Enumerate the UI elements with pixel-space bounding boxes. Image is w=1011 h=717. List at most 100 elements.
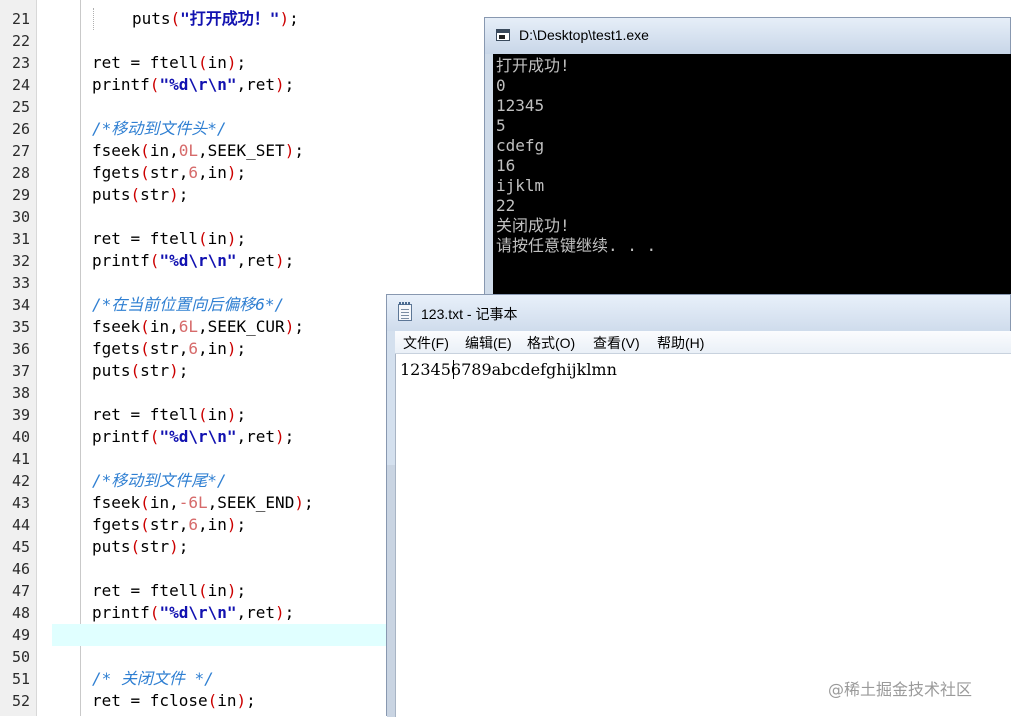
code-token: ) <box>169 185 179 204</box>
code-token: ( <box>170 9 181 28</box>
line-number: 43 <box>11 494 30 512</box>
code-text: ret = ftell(in); <box>92 580 246 602</box>
code-text: /*移动到文件头*/ <box>92 118 227 140</box>
code-token: ret = ftell <box>92 405 198 424</box>
line-number: 44 <box>11 516 30 534</box>
line-number: 39 <box>11 406 30 424</box>
code-token: ( <box>197 229 208 248</box>
indent-guide <box>93 8 95 30</box>
text-caret <box>453 360 454 379</box>
line-number: 26 <box>11 120 30 138</box>
code-token: ,SEEK_SET <box>197 141 285 160</box>
line-number: 36 <box>11 340 30 358</box>
code-token: puts <box>132 9 171 28</box>
code-token: ( <box>197 53 208 72</box>
notepad-text-area[interactable]: 123456789abcdefghijklmn <box>395 354 1011 717</box>
code-token: ) <box>275 75 285 94</box>
console-line: 12345 <box>496 96 545 115</box>
code-token: ( <box>140 141 150 160</box>
line-number: 50 <box>11 648 30 666</box>
code-token: printf <box>92 603 150 622</box>
code-token: ( <box>149 251 160 270</box>
line-number: 46 <box>11 560 30 578</box>
code-token: ( <box>140 339 150 358</box>
console-output[interactable]: 打开成功! 0 12345 5 cdefg 16 ijklm 22 关闭成功! 请按任意键继续. … <box>493 54 1011 308</box>
menu-help[interactable]: 帮助(H) <box>657 333 704 351</box>
line-number: 28 <box>11 164 30 182</box>
code-token: ) <box>169 361 179 380</box>
code-token: ,SEEK_END <box>207 493 295 512</box>
code-token: ) <box>169 537 179 556</box>
code-token: ; <box>294 317 304 336</box>
notepad-titlebar[interactable]: 123.txt - 记事本 <box>387 295 1010 331</box>
code-token: "%d\r\n" <box>159 75 237 94</box>
code-token: str, <box>149 515 189 534</box>
code-token: ; <box>289 9 299 28</box>
console-line: 16 <box>496 156 516 175</box>
code-token: in, <box>149 317 179 336</box>
code-token: in, <box>149 141 179 160</box>
code-text: /*在当前位置向后偏移6*/ <box>92 294 284 316</box>
code-token: ,ret <box>236 251 276 270</box>
code-token: str, <box>149 339 189 358</box>
code-token: ( <box>130 185 141 204</box>
code-token: ,ret <box>236 427 276 446</box>
code-token: printf <box>92 75 150 94</box>
code-token: in, <box>149 493 179 512</box>
console-window[interactable]: D:\Desktop\test1.exe 打开成功! 0 12345 5 cdefg 16… <box>484 17 1011 308</box>
code-token: /*在当前位置向后偏移6*/ <box>92 295 285 314</box>
code-token: ) <box>236 691 247 710</box>
code-token: ) <box>226 53 237 72</box>
code-token: 6 <box>188 339 198 358</box>
menu-view[interactable]: 查看(V) <box>593 333 640 351</box>
code-token: ret = fclose <box>92 691 208 710</box>
code-token: ret = ftell <box>92 53 198 72</box>
code-token: in <box>207 405 227 424</box>
code-text: fgets(str,6,in); <box>92 338 246 360</box>
code-token: fgets <box>92 339 141 358</box>
code-token: ) <box>226 581 237 600</box>
notepad-title: 123.txt - 记事本 <box>421 306 518 322</box>
code-token: /*移动到文件尾*/ <box>92 471 227 490</box>
code-token: "%d\r\n" <box>159 251 237 270</box>
code-token: ; <box>236 53 247 72</box>
line-number: 21 <box>11 10 30 28</box>
code-token: ( <box>197 405 208 424</box>
code-token: in <box>207 229 227 248</box>
menu-format[interactable]: 格式(O) <box>527 333 575 351</box>
line-number: 34 <box>11 296 30 314</box>
code-token: ,in <box>197 515 227 534</box>
code-token: ,in <box>197 163 227 182</box>
code-token: "%d\r\n" <box>159 603 237 622</box>
code-token: ; <box>236 581 247 600</box>
notepad-window[interactable]: 123.txt - 记事本 文件(F) 编辑(E) 格式(O) 查看(V) 帮助… <box>386 294 1011 717</box>
code-token: ; <box>236 163 247 182</box>
line-number: 49 <box>11 626 30 644</box>
code-token: ) <box>226 229 237 248</box>
line-number: 32 <box>11 252 30 270</box>
code-text: fseek(in,0L,SEEK_SET); <box>92 140 304 162</box>
line-number: 45 <box>11 538 30 556</box>
code-token: ( <box>140 317 150 336</box>
notepad-content: 123456789abcdefghijklmn <box>400 360 617 379</box>
line-number: 29 <box>11 186 30 204</box>
code-token: ; <box>303 493 314 512</box>
code-token: 6 <box>188 515 198 534</box>
console-line: 0 <box>496 76 506 95</box>
menu-file[interactable]: 文件(F) <box>403 333 449 351</box>
code-token: ) <box>294 493 304 512</box>
code-text: /*移动到文件尾*/ <box>92 470 227 492</box>
code-token: ( <box>140 493 150 512</box>
console-titlebar[interactable]: D:\Desktop\test1.exe <box>485 18 1010 54</box>
code-text: printf("%d\r\n",ret); <box>92 74 294 96</box>
code-token: "%d\r\n" <box>159 427 237 446</box>
code-token: 6 <box>188 163 198 182</box>
code-token: ( <box>130 361 141 380</box>
code-token: str <box>140 361 170 380</box>
code-token: ) <box>279 9 290 28</box>
code-token: fseek <box>92 141 141 160</box>
line-number: 47 <box>11 582 30 600</box>
code-token: 6L <box>178 317 198 336</box>
code-token: ret = ftell <box>92 229 198 248</box>
menu-edit[interactable]: 编辑(E) <box>465 333 512 351</box>
